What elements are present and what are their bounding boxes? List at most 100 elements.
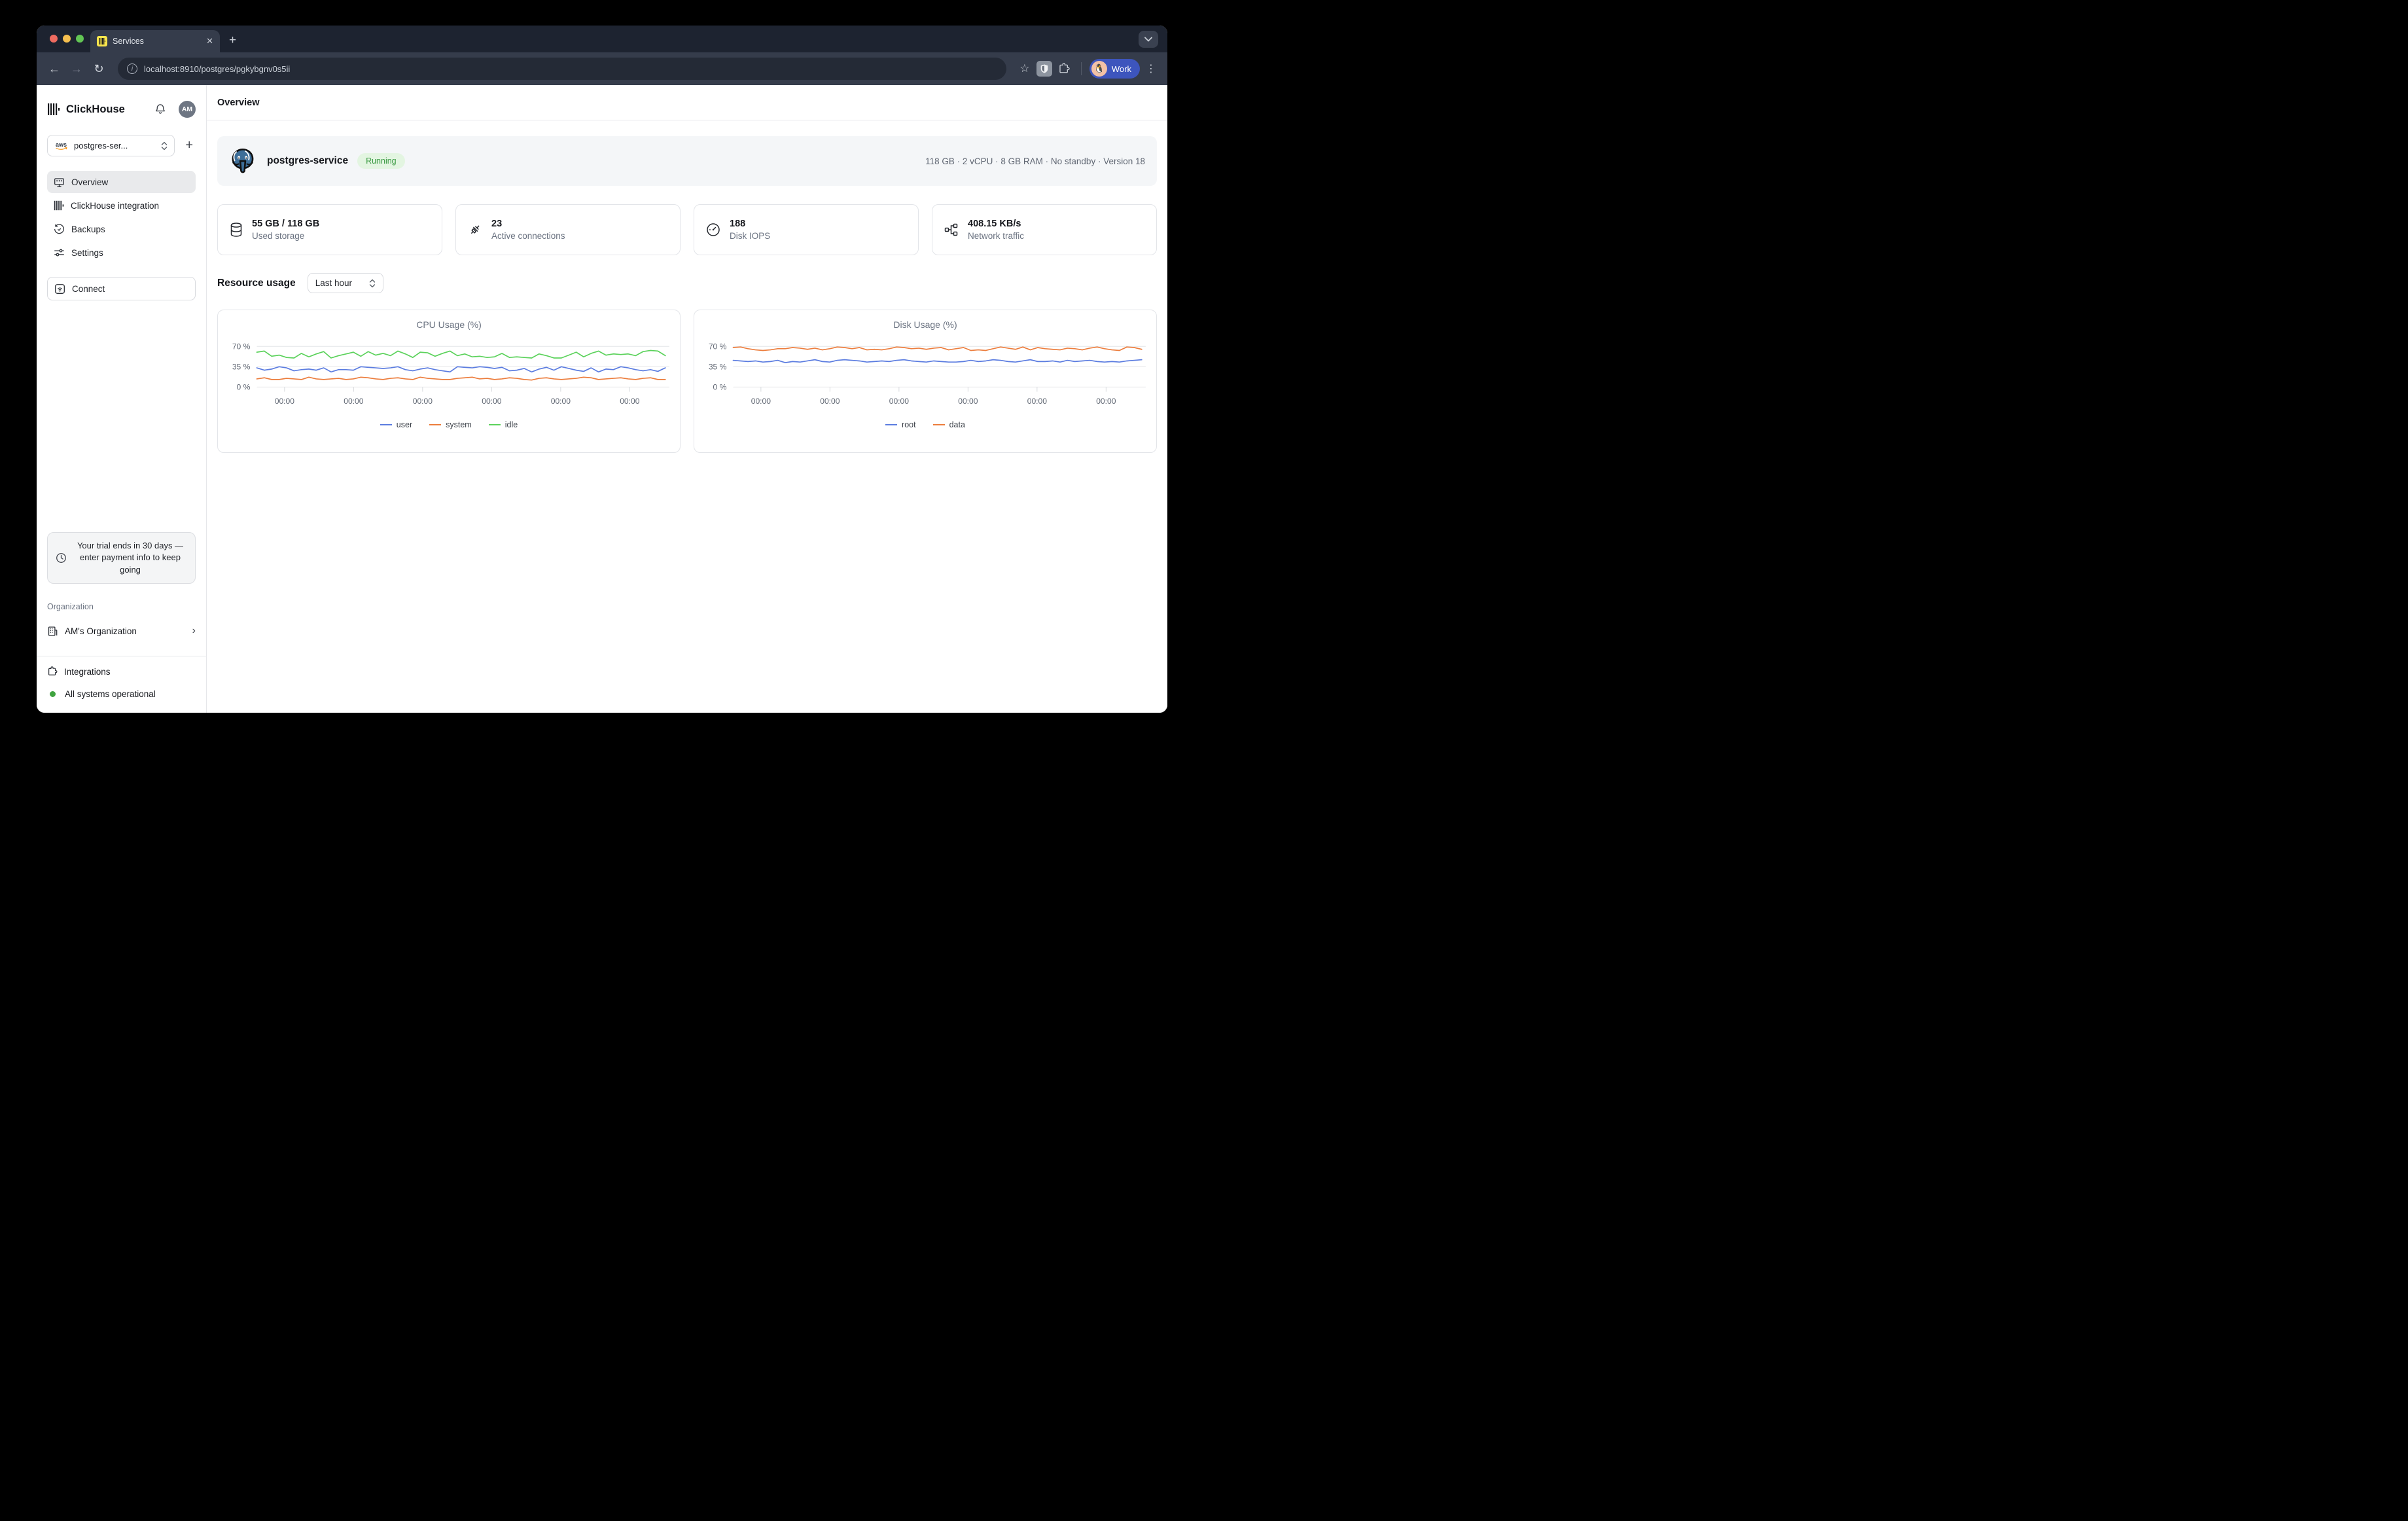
main-header: Overview: [207, 85, 1167, 120]
legend-label: idle: [505, 420, 518, 429]
series-line-idle: [257, 350, 665, 358]
legend-item-root[interactable]: root: [885, 420, 916, 429]
charts-row: CPU Usage (%) 70 % 35 % 0 % 00:00 00:00 00:00…: [217, 310, 1157, 453]
browser-window: Services ✕ + ← → ↻ i localhost:8910/post…: [37, 26, 1167, 713]
legend-item-idle[interactable]: idle: [489, 420, 518, 429]
sidebar-item-clickhouse-integration[interactable]: ClickHouse integration: [47, 194, 196, 217]
new-tab-button[interactable]: +: [229, 33, 236, 48]
system-status-row[interactable]: All systems operational: [47, 683, 196, 705]
forward-button[interactable]: →: [67, 59, 86, 79]
legend-item-system[interactable]: system: [429, 420, 472, 429]
x-axis-tick-label: 00:00: [820, 397, 840, 406]
legend-mark-icon: [380, 424, 392, 425]
legend-item-user[interactable]: user: [380, 420, 412, 429]
chevron-right-icon: ›: [192, 625, 196, 637]
maximize-window-button[interactable]: [76, 35, 84, 43]
gauge-icon: [706, 223, 720, 237]
organization-name: AM's Organization: [65, 626, 186, 636]
stat-label: Used storage: [252, 231, 319, 241]
sidebar-item-backups[interactable]: Backups: [47, 218, 196, 240]
legend-mark-icon: [429, 424, 441, 425]
stat-label: Disk IOPS: [730, 231, 770, 241]
sidebar-item-label: Backups: [71, 224, 105, 234]
y-axis-tick-label: 35 %: [709, 362, 727, 371]
service-selector[interactable]: aws postgres-ser...: [47, 135, 175, 156]
organization-label: Organization: [47, 602, 196, 611]
chart-title: Disk Usage (%): [694, 319, 1156, 330]
clickhouse-favicon: [97, 36, 107, 46]
shield-extension-icon[interactable]: [1036, 61, 1052, 77]
legend-label: data: [949, 420, 965, 429]
url-text: localhost:8910/postgres/pgkybgnv0s5ii: [144, 64, 290, 74]
sidebar-nav: Overview ClickHouse integration Backups …: [47, 171, 196, 264]
extensions-puzzle-icon[interactable]: [1055, 60, 1073, 78]
service-name: postgres-service: [267, 155, 348, 167]
stat-label: Active connections: [491, 231, 565, 241]
notifications-bell-icon[interactable]: [154, 103, 166, 115]
aws-logo-icon: aws: [54, 141, 69, 151]
status-text: All systems operational: [65, 689, 156, 699]
legend-mark-icon: [933, 424, 945, 425]
main-area: Overview postgres-service Running: [207, 85, 1167, 713]
close-window-button[interactable]: [50, 35, 58, 43]
site-info-icon[interactable]: i: [127, 63, 137, 74]
legend-item-data[interactable]: data: [933, 420, 965, 429]
postgresql-logo-icon: [229, 147, 257, 175]
chart-legend: root data: [694, 420, 1156, 429]
profile-avatar: 🐧: [1091, 61, 1107, 77]
service-banner: postgres-service Running 118 GB · 2 vCPU…: [217, 136, 1157, 186]
profile-name: Work: [1112, 64, 1131, 74]
trial-clock-icon: [56, 552, 67, 564]
chart-title: CPU Usage (%): [218, 319, 680, 330]
x-axis-tick-label: 00:00: [344, 397, 364, 406]
integrations-puzzle-icon: [47, 666, 58, 677]
series-line-data: [734, 347, 1142, 350]
minimize-window-button[interactable]: [63, 35, 71, 43]
x-axis-tick-label: 00:00: [482, 397, 502, 406]
tab-strip: Services ✕ +: [37, 26, 1167, 52]
time-range-select[interactable]: Last hour: [308, 273, 383, 293]
browser-toolbar: ← → ↻ i localhost:8910/postgres/pgkybgnv…: [37, 52, 1167, 85]
select-updown-icon: [161, 141, 168, 151]
sidebar-item-label: ClickHouse integration: [71, 201, 159, 211]
back-button[interactable]: ←: [44, 59, 64, 79]
overview-icon: [54, 177, 65, 188]
window-controls: [50, 35, 84, 43]
x-axis-tick-label: 00:00: [275, 397, 295, 406]
legend-mark-icon: [489, 424, 501, 425]
sidebar-item-settings[interactable]: Settings: [47, 242, 196, 264]
y-axis-tick-label: 70 %: [709, 342, 727, 351]
bookmark-star-icon[interactable]: ☆: [1016, 60, 1034, 78]
add-service-button[interactable]: +: [183, 138, 196, 153]
connect-label: Connect: [72, 284, 105, 294]
legend-label: root: [902, 420, 916, 429]
tab-search-button[interactable]: [1139, 31, 1158, 48]
x-axis-tick-label: 00:00: [1027, 397, 1048, 406]
user-avatar[interactable]: AM: [179, 101, 196, 118]
service-selector-row: aws postgres-ser... +: [47, 135, 196, 156]
y-axis-tick-label: 0 %: [237, 382, 251, 391]
page-title: Overview: [217, 98, 260, 108]
trial-notice-text: Your trial ends in 30 days — enter payme…: [73, 540, 187, 576]
organization-row[interactable]: AM's Organization ›: [47, 619, 196, 643]
x-axis-tick-label: 00:00: [551, 397, 571, 406]
browser-menu-icon[interactable]: ⋮: [1142, 62, 1160, 75]
reload-button[interactable]: ↻: [89, 59, 109, 79]
connect-button[interactable]: Connect: [47, 277, 196, 300]
tab-title: Services: [113, 37, 201, 46]
connect-icon: [54, 283, 65, 295]
browser-profile-button[interactable]: 🐧 Work: [1089, 59, 1140, 79]
sidebar-item-overview[interactable]: Overview: [47, 171, 196, 193]
stat-cards: 55 GB / 118 GB Used storage 23 Active co…: [217, 204, 1157, 255]
browser-tab-services[interactable]: Services ✕: [90, 30, 220, 52]
y-axis-tick-label: 0 %: [713, 382, 727, 391]
address-bar[interactable]: i localhost:8910/postgres/pgkybgnv0s5ii: [118, 58, 1006, 80]
resource-usage-row: Resource usage Last hour: [217, 273, 1157, 293]
stat-card-iops: 188 Disk IOPS: [694, 204, 919, 255]
select-updown-icon: [369, 279, 376, 288]
integrations-row[interactable]: Integrations: [47, 660, 196, 683]
tab-close-icon[interactable]: ✕: [206, 36, 213, 46]
svg-text:aws: aws: [56, 141, 67, 148]
stat-label: Network traffic: [968, 231, 1024, 241]
cpu-usage-chart: CPU Usage (%) 70 %35 %0 %00:0000:0000:00…: [217, 310, 681, 453]
